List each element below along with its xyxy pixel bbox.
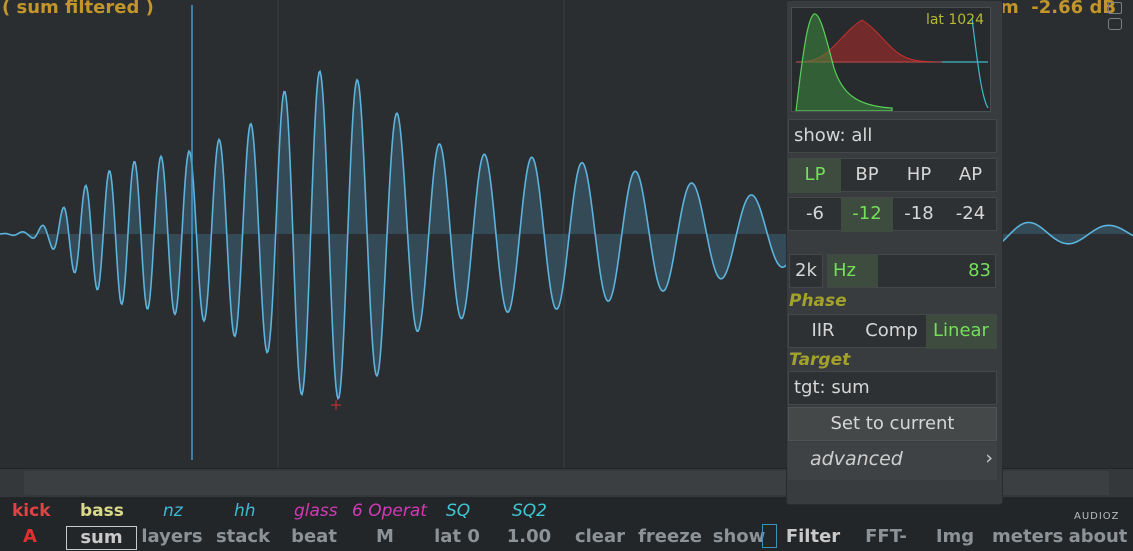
mono-button[interactable]: M: [365, 526, 405, 550]
target-selector[interactable]: tgt: sum: [788, 371, 997, 405]
show-selector[interactable]: show: all: [788, 119, 997, 153]
advanced-menu[interactable]: advanced ›: [788, 442, 997, 480]
phase-comp[interactable]: Comp: [857, 315, 926, 349]
range-2k-button[interactable]: 2k: [789, 254, 823, 288]
clear-button[interactable]: clear: [572, 526, 628, 550]
layer-glass[interactable]: glass: [294, 501, 338, 521]
phase-linear[interactable]: Linear: [926, 315, 996, 349]
latency-label: lat 1024: [925, 12, 984, 28]
show-checkbox[interactable]: [762, 524, 777, 548]
sum-button[interactable]: sum: [66, 526, 137, 550]
set-to-current-button[interactable]: Set to current: [788, 407, 997, 441]
layer-sq[interactable]: SQ: [446, 501, 470, 521]
slope-12[interactable]: -12: [841, 198, 893, 232]
phase-section-label: Phase: [789, 291, 847, 311]
slope-18[interactable]: -18: [893, 198, 945, 232]
img-button[interactable]: Img: [932, 526, 978, 550]
chevron-right-icon: ›: [985, 447, 993, 469]
frequency-row: 2k Hz 83: [788, 254, 997, 288]
advanced-label: advanced: [810, 448, 903, 470]
target-section-label: Target: [789, 350, 851, 370]
layer-sq2[interactable]: SQ2: [512, 501, 547, 521]
view-title: ( sum filtered ): [2, 0, 154, 18]
about-button[interactable]: about: [1068, 526, 1128, 550]
phase-mode-group: IIR Comp Linear: [788, 314, 997, 349]
target-selector-value: tgt: sum: [794, 377, 870, 398]
show-selector-value: show: all: [794, 125, 873, 146]
show-button[interactable]: show: [712, 526, 766, 550]
crosshair-marker: [331, 400, 341, 410]
layers-button[interactable]: layers: [141, 526, 203, 550]
beat-button[interactable]: beat: [285, 526, 343, 550]
meters-button[interactable]: meters: [992, 526, 1063, 550]
frequency-value: 83: [968, 260, 991, 281]
filter-type-lp[interactable]: LP: [789, 159, 841, 193]
filter-type-ap[interactable]: AP: [945, 159, 996, 193]
slope-group: -6 -12 -18 -24: [788, 197, 997, 232]
fft-button[interactable]: FFT-: [860, 526, 912, 550]
freeze-button[interactable]: freeze: [638, 526, 702, 550]
layer-kick[interactable]: kick: [12, 501, 51, 521]
layer-hh[interactable]: hh: [234, 501, 256, 521]
bottom-toolbar: kick bass nz hh glass 6 Operat SQ SQ2 A …: [0, 497, 1133, 551]
filter-type-group: LP BP HP AP: [788, 158, 997, 193]
gain-readout: m -2.66 dB: [1000, 0, 1117, 18]
stack-button[interactable]: stack: [213, 526, 273, 550]
layer-a-button[interactable]: A: [12, 526, 48, 550]
filter-panel: lat 1024 show: all LP BP HP AP -6 -12 -1…: [786, 0, 1003, 505]
group-delay-curve: [971, 17, 989, 109]
filter-type-bp[interactable]: BP: [841, 159, 893, 193]
latency-button[interactable]: lat 0: [428, 526, 486, 550]
slope-24[interactable]: -24: [945, 198, 996, 232]
filter-button[interactable]: Filter: [784, 526, 842, 550]
phase-iir[interactable]: IIR: [789, 315, 857, 349]
layer-nz[interactable]: nz: [163, 501, 183, 521]
filter-type-hp[interactable]: HP: [893, 159, 945, 193]
frequency-slider[interactable]: Hz 83: [827, 254, 996, 288]
watermark-logo: AUDIOZ: [1074, 511, 1120, 522]
slope-6[interactable]: -6: [789, 198, 841, 232]
layer-bass[interactable]: bass: [80, 501, 124, 521]
frequency-unit: Hz: [833, 260, 856, 281]
layer-6-operat[interactable]: 6 Operat: [352, 501, 427, 521]
filter-response-plot: lat 1024: [791, 7, 991, 112]
speed-button[interactable]: 1.00: [500, 526, 558, 550]
window-icon[interactable]: [1108, 2, 1122, 14]
camera-icon[interactable]: [1108, 18, 1122, 30]
